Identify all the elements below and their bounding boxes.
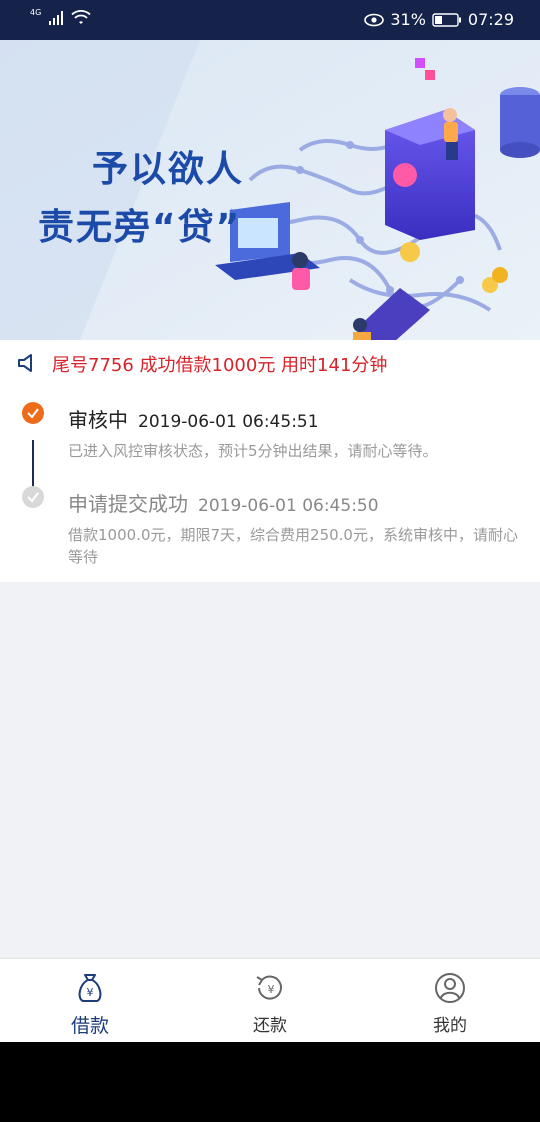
notice-bar: 尾号7756 成功借款1000元 用时141分钟 xyxy=(0,340,540,386)
bottom-nav: ¥ 借款 ¥ 还款 我的 xyxy=(0,958,540,1042)
check-icon xyxy=(22,402,44,424)
timeline-header: 审核中 2019-06-01 06:45:51 xyxy=(68,404,319,433)
user-icon xyxy=(435,973,465,1003)
timeline-title: 申请提交成功 xyxy=(68,492,188,516)
timeline-description: 借款1000.0元，期限7天，综合费用250.0元，系统审核中，请耐心等待 xyxy=(68,526,518,566)
network-type: 4G xyxy=(30,7,42,17)
timeline-header: 申请提交成功 2019-06-01 06:45:50 xyxy=(68,488,379,517)
timeline-description: 已进入风控审核状态，预计5分钟出结果，请耐心等待。 xyxy=(68,442,438,460)
signal-icon xyxy=(49,11,64,25)
promo-banner[interactable]: 予以欲人 责无旁“贷” xyxy=(0,40,540,340)
nav-mine[interactable]: 我的 xyxy=(390,971,510,1036)
notice-text: 尾号7756 成功借款1000元 用时141分钟 xyxy=(52,355,388,376)
money-bag-icon: ¥ xyxy=(78,974,102,1002)
check-icon xyxy=(22,486,44,508)
timeline-time: 2019-06-01 06:45:51 xyxy=(138,412,319,432)
timeline-title: 审核中 xyxy=(68,408,128,432)
repay-icon: ¥ xyxy=(256,975,282,1000)
svg-text:¥: ¥ xyxy=(268,983,275,996)
system-nav-area xyxy=(0,1042,540,1122)
status-left: 4G xyxy=(30,7,91,26)
eye-comfort-icon xyxy=(364,13,385,26)
nav-borrow[interactable]: ¥ 借款 xyxy=(30,971,150,1038)
timeline-time: 2019-06-01 06:45:50 xyxy=(198,496,379,516)
nav-mine-label: 我的 xyxy=(433,1016,467,1036)
svg-text:¥: ¥ xyxy=(87,986,94,999)
battery-icon xyxy=(432,12,461,27)
battery-percent: 31% xyxy=(390,10,426,29)
banner-illustration xyxy=(0,40,540,340)
nav-repay-label: 还款 xyxy=(253,1016,287,1036)
clock: 07:29 xyxy=(467,10,514,29)
nav-repay[interactable]: ¥ 还款 xyxy=(210,971,330,1036)
banner-title-line2: 责无旁“贷” xyxy=(38,207,242,248)
wifi-icon xyxy=(71,10,91,24)
speaker-icon xyxy=(18,354,32,372)
status-bar: 4G 31% 07:29 xyxy=(0,0,540,40)
progress-timeline: 审核中 2019-06-01 06:45:51 已进入风控审核状态，预计5分钟出结… xyxy=(0,386,540,582)
nav-borrow-label: 借款 xyxy=(70,1015,109,1037)
banner-title-line1: 予以欲人 xyxy=(92,149,245,190)
status-right: 31% 07:29 xyxy=(364,10,514,29)
